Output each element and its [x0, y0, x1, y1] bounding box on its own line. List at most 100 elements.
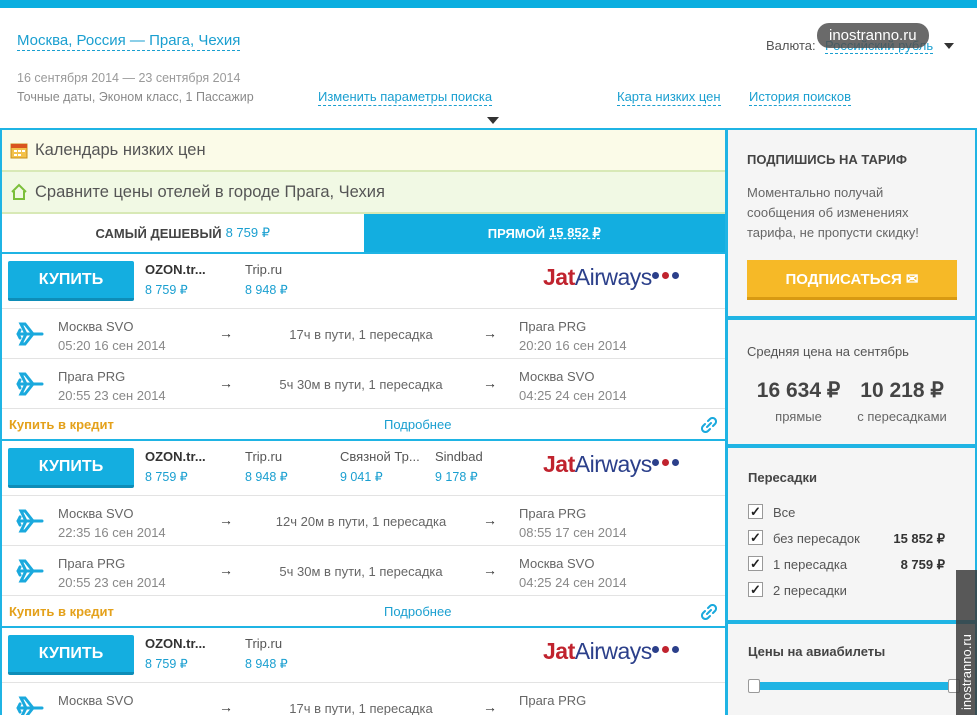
segment-origin-time: 22:35 16 сен 2014: [58, 525, 166, 540]
segment-destination-time: 20:20 16 сен 2014: [519, 710, 627, 715]
average-title: Средняя цена на сентябрь: [747, 344, 909, 359]
price-filter: Цены на авиабилеты: [727, 622, 977, 715]
agency-price: 8 759 ₽: [145, 657, 188, 671]
checkbox[interactable]: ✓: [748, 530, 763, 545]
transfers-filter: Пересадки ✓ Все ✓ без пересадок 15 852 ₽…: [727, 446, 977, 622]
arrow-right-icon: →: [483, 512, 497, 528]
buy-on-credit-link[interactable]: Купить в кредит: [9, 604, 114, 619]
tab-cheapest[interactable]: САМЫЙ ДЕШЕВЫЙ 8 759 ₽: [2, 214, 364, 252]
subscribe-button-label: ПОДПИСАТЬСЯ: [785, 270, 902, 288]
segment-origin-time: 20:55 23 сен 2014: [58, 575, 166, 590]
price-range-slider[interactable]: [748, 679, 960, 693]
vertical-watermark: inostranno.ru: [956, 570, 977, 715]
plane-icon: [16, 321, 44, 347]
segment-origin: Прага PRG 20:55 23 сен 2014: [58, 554, 166, 592]
agency-offer[interactable]: Связной Тр... 9 041 ₽: [340, 449, 420, 484]
transfer-option[interactable]: ✓ 2 пересадки: [728, 577, 975, 603]
buy-on-credit-link[interactable]: Купить в кредит: [9, 417, 114, 432]
buy-button-label: КУПИТЬ: [38, 457, 104, 475]
envelope-icon: ✉: [905, 270, 919, 288]
flight-segment[interactable]: Прага PRG 20:55 23 сен 2014 → 5ч 30м в пу…: [2, 359, 725, 409]
arrow-right-icon: →: [219, 325, 233, 341]
airline-logo-part: Airways: [574, 451, 653, 477]
segment-destination-airport: Прага PRG: [519, 693, 587, 708]
arrow-right-icon: →: [483, 562, 497, 578]
flight-segment[interactable]: Москва SVO 05:20 16 сен 2014 → 17ч в пути…: [2, 683, 725, 715]
link-icon[interactable]: [701, 604, 717, 620]
average-direct-price: 16 634 ₽: [756, 379, 841, 402]
buy-button[interactable]: КУПИТЬ: [8, 261, 134, 301]
route-link[interactable]: Москва, Россия — Прага, Чехия: [17, 32, 241, 51]
trip-dates: 16 сентября 2014 — 23 сентября 2014: [17, 71, 241, 85]
hotels-compare-banner[interactable]: Сравните цены отелей в городе Прага, Чех…: [2, 172, 725, 214]
segment-origin-time: 05:20 16 сен 2014: [58, 338, 166, 353]
link-icon[interactable]: [701, 417, 717, 433]
chevron-down-icon[interactable]: [487, 117, 499, 124]
prices-title: Цены на авиабилеты: [748, 644, 886, 659]
segment-destination: Прага PRG 20:20 16 сен 2014: [519, 317, 627, 355]
airline-dots-icon: [652, 640, 682, 658]
transfer-option[interactable]: ✓ без пересадок 15 852 ₽: [728, 525, 975, 551]
agency-offer[interactable]: Trip.ru 8 948 ₽: [245, 636, 288, 671]
agency-name: Trip.ru: [245, 449, 283, 464]
airline-logo-part: Jat: [543, 451, 575, 477]
result-footer: Купить в кредит Подробнее: [2, 409, 725, 439]
checkbox[interactable]: ✓: [748, 556, 763, 571]
arrow-right-icon: →: [483, 699, 497, 715]
agency-name: Trip.ru: [245, 636, 283, 651]
segment-origin-time: 20:55 23 сен 2014: [58, 388, 166, 403]
checkbox[interactable]: ✓: [748, 582, 763, 597]
agency-price: 9 178 ₽: [435, 470, 478, 484]
subscribe-box: ПОДПИШИСЬ НА ТАРИФ Моментально получай с…: [727, 128, 977, 318]
tab-direct-price: 15 852 ₽: [549, 225, 601, 240]
agency-offer[interactable]: Sindbad 9 178 ₽: [435, 449, 483, 484]
buy-button[interactable]: КУПИТЬ: [8, 635, 134, 675]
tab-direct[interactable]: ПРЯМОЙ 15 852 ₽: [363, 214, 725, 252]
airline-logo-part: Airways: [574, 264, 653, 290]
flight-segment[interactable]: Прага PRG 20:55 23 сен 2014 → 5ч 30м в пу…: [2, 546, 725, 596]
segment-origin-airport: Прага PRG: [58, 369, 126, 384]
segment-destination-airport: Прага PRG: [519, 506, 587, 521]
agency-name: Trip.ru: [245, 262, 283, 277]
search-history-link[interactable]: История поисков: [749, 89, 852, 106]
chevron-down-icon[interactable]: [944, 43, 954, 49]
flight-segment[interactable]: Москва SVO 22:35 16 сен 2014 → 12ч 20м в …: [2, 496, 725, 546]
transfer-option[interactable]: ✓ Все: [728, 499, 975, 525]
transfer-option-label: Все: [773, 505, 796, 520]
change-search-link[interactable]: Изменить параметры поиска: [318, 89, 493, 106]
hotels-banner-text: Сравните цены отелей в городе Прага, Чех…: [35, 182, 385, 201]
agency-name: OZON.tr...: [145, 636, 206, 651]
buy-button-label: КУПИТЬ: [38, 644, 104, 662]
segment-destination-time: 20:20 16 сен 2014: [519, 338, 627, 353]
transfer-option-label: 1 пересадка: [773, 557, 848, 572]
results-list: КУПИТЬ OZON.tr... 8 759 ₽ Trip.ru 8 948 …: [2, 254, 725, 715]
low-price-calendar-banner[interactable]: Календарь низких цен: [2, 130, 725, 172]
segment-destination-airport: Москва SVO: [519, 556, 595, 571]
agency-offer[interactable]: OZON.tr... 8 759 ₽: [145, 636, 206, 671]
segment-duration: 17ч в пути, 1 пересадка: [289, 327, 433, 342]
details-link[interactable]: Подробнее: [384, 604, 451, 619]
plane-icon: [16, 695, 44, 715]
low-price-map-link[interactable]: Карта низких цен: [617, 89, 721, 106]
plane-icon: [16, 508, 44, 534]
transfer-option-price: 15 852 ₽: [893, 531, 945, 546]
checkbox[interactable]: ✓: [748, 504, 763, 519]
segment-destination-time: 08:55 17 сен 2014: [519, 525, 627, 540]
tab-cheapest-price: 8 759 ₽: [225, 225, 270, 240]
segment-duration: 12ч 20м в пути, 1 пересадка: [275, 514, 447, 529]
flight-segment[interactable]: Москва SVO 05:20 16 сен 2014 → 17ч в пути…: [2, 309, 725, 359]
agency-offer[interactable]: OZON.tr... 8 759 ₽: [145, 262, 206, 297]
average-price-box: Средняя цена на сентябрь 16 634 ₽ прямые…: [727, 318, 977, 446]
segment-origin: Москва SVO 05:20 16 сен 2014: [58, 691, 166, 715]
buy-button[interactable]: КУПИТЬ: [8, 448, 134, 488]
results-panel: Календарь низких цен Сравните цены отеле…: [0, 128, 727, 715]
calendar-icon: [10, 143, 28, 159]
details-link[interactable]: Подробнее: [384, 417, 451, 432]
segment-destination: Прага PRG 20:20 16 сен 2014: [519, 691, 627, 715]
subscribe-button[interactable]: ПОДПИСАТЬСЯ ✉: [747, 260, 957, 300]
agency-offer[interactable]: Trip.ru 8 948 ₽: [245, 262, 288, 297]
agency-offer[interactable]: OZON.tr... 8 759 ₽: [145, 449, 206, 484]
slider-min-handle[interactable]: [748, 679, 760, 693]
agency-offer[interactable]: Trip.ru 8 948 ₽: [245, 449, 288, 484]
transfer-option[interactable]: ✓ 1 пересадка 8 759 ₽: [728, 551, 975, 577]
